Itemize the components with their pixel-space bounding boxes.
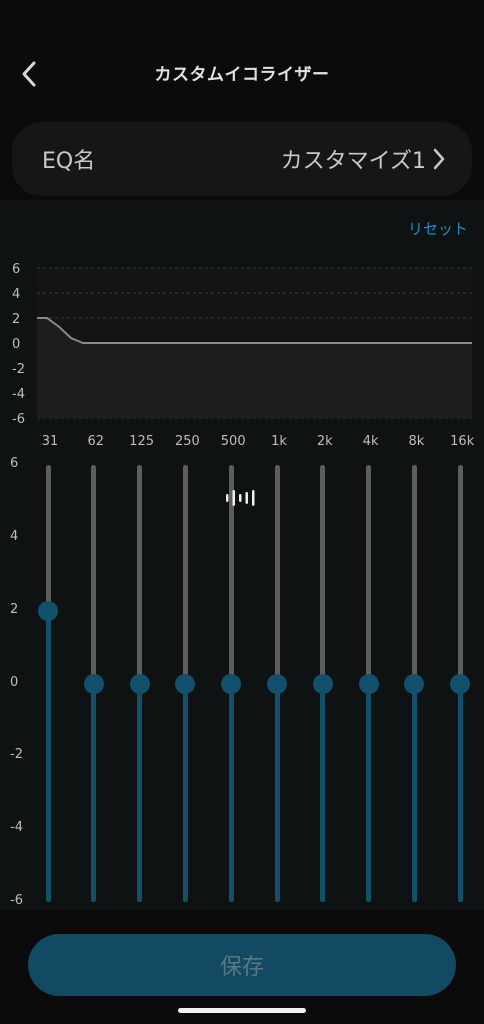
slider-fill-250 xyxy=(182,683,188,902)
slider-fill-125 xyxy=(137,683,143,902)
slider-fill-4k xyxy=(366,683,372,902)
slider-fill-500 xyxy=(228,683,234,902)
slider-knob-1k[interactable] xyxy=(267,673,287,694)
slider-knob-8k[interactable] xyxy=(404,673,425,694)
slider-fill-62 xyxy=(91,683,97,902)
eq-name-row[interactable]: EQ名 カスタマイズ1 xyxy=(12,122,472,196)
slider-fill-16k xyxy=(457,683,463,902)
slider-knob-250[interactable] xyxy=(175,673,196,694)
waveform-icon xyxy=(226,490,255,506)
home-indicator xyxy=(178,1008,306,1013)
eq-name-value: カスタマイズ1 xyxy=(280,149,426,174)
screen: カスタムイコライザー EQ名 カスタマイズ1 リセット 6 4 2 0 -2 -4 -6 31… xyxy=(0,0,484,1024)
eq-name-label: EQ名 xyxy=(42,149,96,174)
slider-fill-2k xyxy=(320,683,326,902)
slider-knob-2k[interactable] xyxy=(312,673,333,694)
slider-scale-tick: -6 xyxy=(10,893,23,908)
save-button[interactable]: 保存 xyxy=(28,934,456,996)
band-sliders: 6 4 2 0 -2 -4 -6 xyxy=(0,200,484,910)
slider-scale-tick: -2 xyxy=(10,747,23,763)
slider-scale-tick: 2 xyxy=(10,601,19,617)
header: カスタムイコライザー xyxy=(0,40,484,108)
slider-scale-tick: 0 xyxy=(10,674,19,690)
page-title: カスタムイコライザー xyxy=(154,65,330,85)
eq-name-value-group: カスタマイズ1 xyxy=(281,143,446,175)
slider-knob-500[interactable] xyxy=(221,673,242,694)
slider-scale-tick: 6 xyxy=(10,456,19,471)
slider-knob-16k[interactable] xyxy=(450,673,471,694)
slider-fill-31 xyxy=(45,610,51,902)
slider-knob-4k[interactable] xyxy=(358,673,379,694)
slider-scale-tick: 4 xyxy=(10,528,19,544)
eq-panel: リセット 6 4 2 0 -2 -4 -6 31 62 125 250 500 1k 2k 4k 8k 16k … xyxy=(0,200,484,910)
slider-knob-31[interactable] xyxy=(38,600,58,621)
save-label: 保存 xyxy=(219,955,264,980)
slider-fill-1k xyxy=(274,683,280,902)
slider-scale-tick: -4 xyxy=(10,820,23,836)
slider-knob-62[interactable] xyxy=(83,673,104,694)
slider-fill-8k xyxy=(411,683,417,902)
chevron-right-icon xyxy=(433,148,445,170)
slider-knob-125[interactable] xyxy=(129,673,150,694)
